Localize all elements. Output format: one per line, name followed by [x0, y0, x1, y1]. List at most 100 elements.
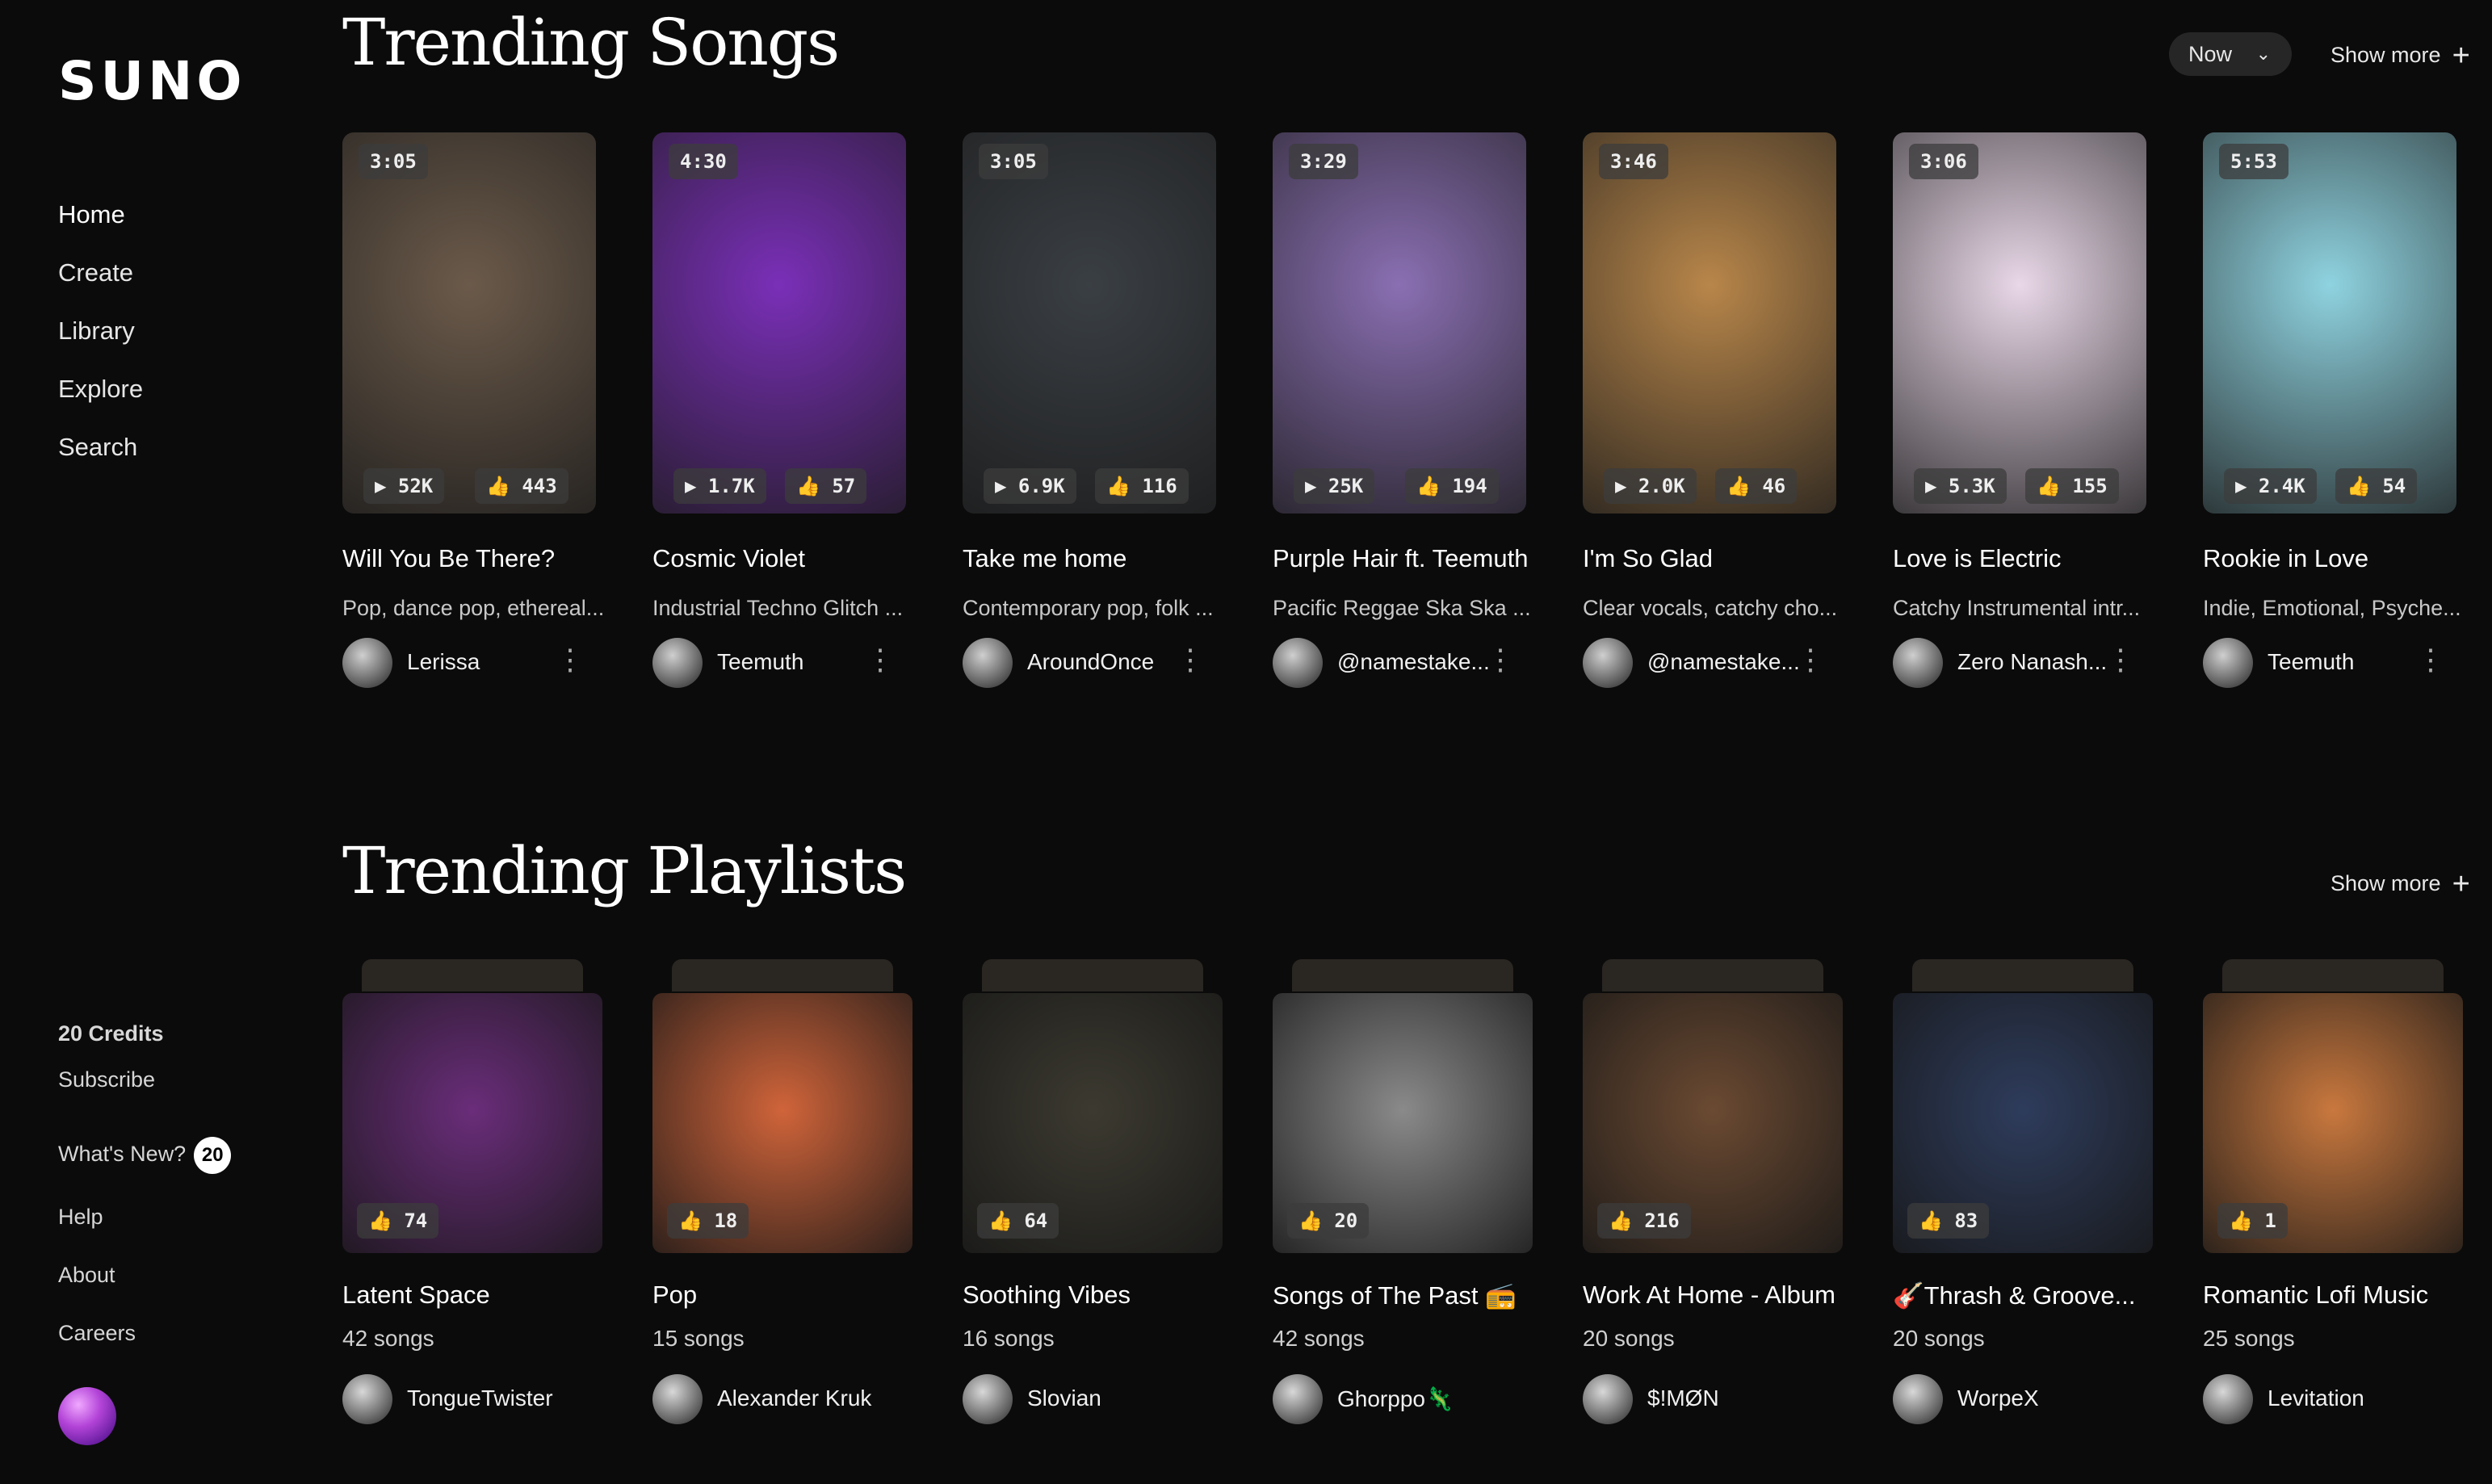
author-avatar[interactable] — [652, 638, 703, 688]
author-avatar[interactable] — [1583, 1374, 1633, 1424]
time-filter-value: Now — [2188, 42, 2233, 66]
author-avatar[interactable] — [342, 638, 392, 688]
playlist-cover-art[interactable]: 👍 20 — [1273, 993, 1533, 1253]
more-options-icon[interactable]: ⋮ — [866, 643, 895, 677]
time-filter-select[interactable]: Now ⌄ — [2169, 32, 2292, 76]
more-options-icon[interactable]: ⋮ — [2416, 643, 2445, 677]
playlist-title[interactable]: Work At Home - Album — [1583, 1281, 1835, 1310]
duration-badge: 3:06 — [1909, 144, 1978, 179]
author-name[interactable]: Slovian — [1027, 1385, 1101, 1411]
playlists-show-more-button[interactable]: Show more + — [2330, 867, 2470, 902]
credits-count: 20 Credits — [58, 1021, 164, 1046]
playlist-title[interactable]: Songs of The Past 📻 — [1273, 1281, 1517, 1310]
playlist-cover-art[interactable]: 👍 216 — [1583, 993, 1843, 1253]
song-cover-art[interactable]: 3:29 ▶ 25K 👍 194 — [1273, 132, 1526, 514]
nav-home[interactable]: Home — [58, 199, 143, 257]
song-card[interactable]: 3:46 ▶ 2.0K 👍 46 I'm So Glad Clear vocals, c… — [1583, 132, 1837, 688]
song-card[interactable]: 4:30 ▶ 1.7K 👍 57 Cosmic Violet Industrial Te… — [652, 132, 906, 688]
author-avatar[interactable] — [1893, 638, 1943, 688]
author-name[interactable]: TongueTwister — [407, 1385, 553, 1411]
song-card[interactable]: 5:53 ▶ 2.4K 👍 54 Rookie in Love Indie, Emoti… — [2203, 132, 2461, 688]
song-card[interactable]: 3:05 ▶ 52K 👍 443 Will You Be There? Pop, dan… — [342, 132, 604, 688]
nav-library[interactable]: Library — [58, 315, 143, 373]
playlist-cover-art[interactable]: 👍 18 — [652, 993, 912, 1253]
song-title[interactable]: Rookie in Love — [2203, 544, 2492, 573]
author-avatar[interactable] — [342, 1374, 392, 1424]
whats-new-link[interactable]: What's New? 20 — [58, 1137, 232, 1174]
nav-search[interactable]: Search — [58, 431, 143, 489]
song-cover-art[interactable]: 4:30 ▶ 1.7K 👍 57 — [652, 132, 906, 514]
song-card[interactable]: 3:05 ▶ 6.9K 👍 116 Take me home Contemporary … — [963, 132, 1216, 688]
author-avatar[interactable] — [1893, 1374, 1943, 1424]
song-title[interactable]: Love is Electric — [1893, 544, 2200, 573]
careers-link[interactable]: Careers — [58, 1321, 136, 1346]
song-title[interactable]: Cosmic Violet — [652, 544, 959, 573]
song-title[interactable]: I'm So Glad — [1583, 544, 1890, 573]
author-name[interactable]: @namestake... — [1647, 649, 1800, 675]
author-avatar[interactable] — [963, 638, 1013, 688]
plays-badge: ▶ 6.9K — [984, 468, 1076, 504]
main-nav: Home Create Library Explore Search — [58, 199, 143, 489]
song-card[interactable]: 3:29 ▶ 25K 👍 194 Purple Hair ft. Teemuth Pac… — [1273, 132, 1531, 688]
author-name[interactable]: Levitation — [2268, 1385, 2364, 1411]
like-count: 57 — [832, 475, 856, 497]
playlist-title[interactable]: Romantic Lofi Music — [2203, 1281, 2428, 1310]
author-name[interactable]: Alexander Kruk — [717, 1385, 871, 1411]
like-count: 74 — [404, 1209, 428, 1232]
playlist-cover-art[interactable]: 👍 83 — [1893, 993, 2153, 1253]
playlist-title[interactable]: Latent Space — [342, 1281, 490, 1310]
about-link[interactable]: About — [58, 1263, 115, 1288]
song-cover-art[interactable]: 3:06 ▶ 5.3K 👍 155 — [1893, 132, 2146, 514]
more-options-icon[interactable]: ⋮ — [1796, 643, 1825, 677]
play-icon: ▶ — [1305, 475, 1317, 497]
author-name[interactable]: Teemuth — [717, 649, 803, 675]
playlist-stack-edge — [362, 959, 583, 991]
author-avatar[interactable] — [1583, 638, 1633, 688]
author-name[interactable]: Ghorppo🦎 — [1337, 1385, 1454, 1412]
song-title[interactable]: Take me home — [963, 544, 1269, 573]
song-card[interactable]: 3:06 ▶ 5.3K 👍 155 Love is Electric Catchy In… — [1893, 132, 2146, 688]
song-cover-art[interactable]: 3:05 ▶ 52K 👍 443 — [342, 132, 596, 514]
playlist-title[interactable]: 🎸Thrash & Groove... — [1893, 1281, 2135, 1310]
subscribe-link[interactable]: Subscribe — [58, 1067, 155, 1092]
song-title[interactable]: Purple Hair ft. Teemuth — [1273, 544, 1580, 573]
song-cover-art[interactable]: 5:53 ▶ 2.4K 👍 54 — [2203, 132, 2456, 514]
playlist-cover-art[interactable]: 👍 64 — [963, 993, 1223, 1253]
song-cover-art[interactable]: 3:46 ▶ 2.0K 👍 46 — [1583, 132, 1836, 514]
author-name[interactable]: Zero Nanash... — [1957, 649, 2107, 675]
help-link[interactable]: Help — [58, 1205, 103, 1230]
author-avatar[interactable] — [963, 1374, 1013, 1424]
song-style-tags: Clear vocals, catchy cho... — [1583, 596, 1838, 620]
whats-new-badge: 20 — [194, 1137, 232, 1174]
author-name[interactable]: WorpeX — [1957, 1385, 2039, 1411]
author-avatar[interactable] — [2203, 1374, 2253, 1424]
user-avatar[interactable] — [58, 1387, 116, 1445]
playlist-song-count: 42 songs — [342, 1326, 434, 1351]
nav-explore[interactable]: Explore — [58, 373, 143, 431]
whats-new-label: What's New? — [58, 1142, 187, 1167]
author-avatar[interactable] — [1273, 1374, 1323, 1424]
author-avatar[interactable] — [1273, 638, 1323, 688]
playlist-title[interactable]: Soothing Vibes — [963, 1281, 1131, 1310]
nav-create[interactable]: Create — [58, 257, 143, 315]
playlist-title[interactable]: Pop — [652, 1281, 697, 1310]
more-options-icon[interactable]: ⋮ — [1176, 643, 1205, 677]
author-name[interactable]: Teemuth — [2268, 649, 2354, 675]
songs-show-more-button[interactable]: Show more + — [2330, 39, 2470, 73]
author-name[interactable]: @namestake... — [1337, 649, 1490, 675]
author-name[interactable]: AroundOnce — [1027, 649, 1154, 675]
song-title[interactable]: Will You Be There? — [342, 544, 649, 573]
author-name[interactable]: Lerissa — [407, 649, 480, 675]
playlist-song-count: 16 songs — [963, 1326, 1055, 1351]
more-options-icon[interactable]: ⋮ — [2106, 643, 2135, 677]
author-avatar[interactable] — [2203, 638, 2253, 688]
playlist-cover-art[interactable]: 👍 74 — [342, 993, 602, 1253]
suno-logo[interactable]: SUNO — [58, 50, 245, 112]
plus-icon: + — [2452, 39, 2470, 73]
more-options-icon[interactable]: ⋮ — [556, 643, 585, 677]
author-avatar[interactable] — [652, 1374, 703, 1424]
author-name[interactable]: $!MØN — [1647, 1385, 1719, 1411]
song-cover-art[interactable]: 3:05 ▶ 6.9K 👍 116 — [963, 132, 1216, 514]
more-options-icon[interactable]: ⋮ — [1486, 643, 1515, 677]
playlist-cover-art[interactable]: 👍 1 — [2203, 993, 2463, 1253]
